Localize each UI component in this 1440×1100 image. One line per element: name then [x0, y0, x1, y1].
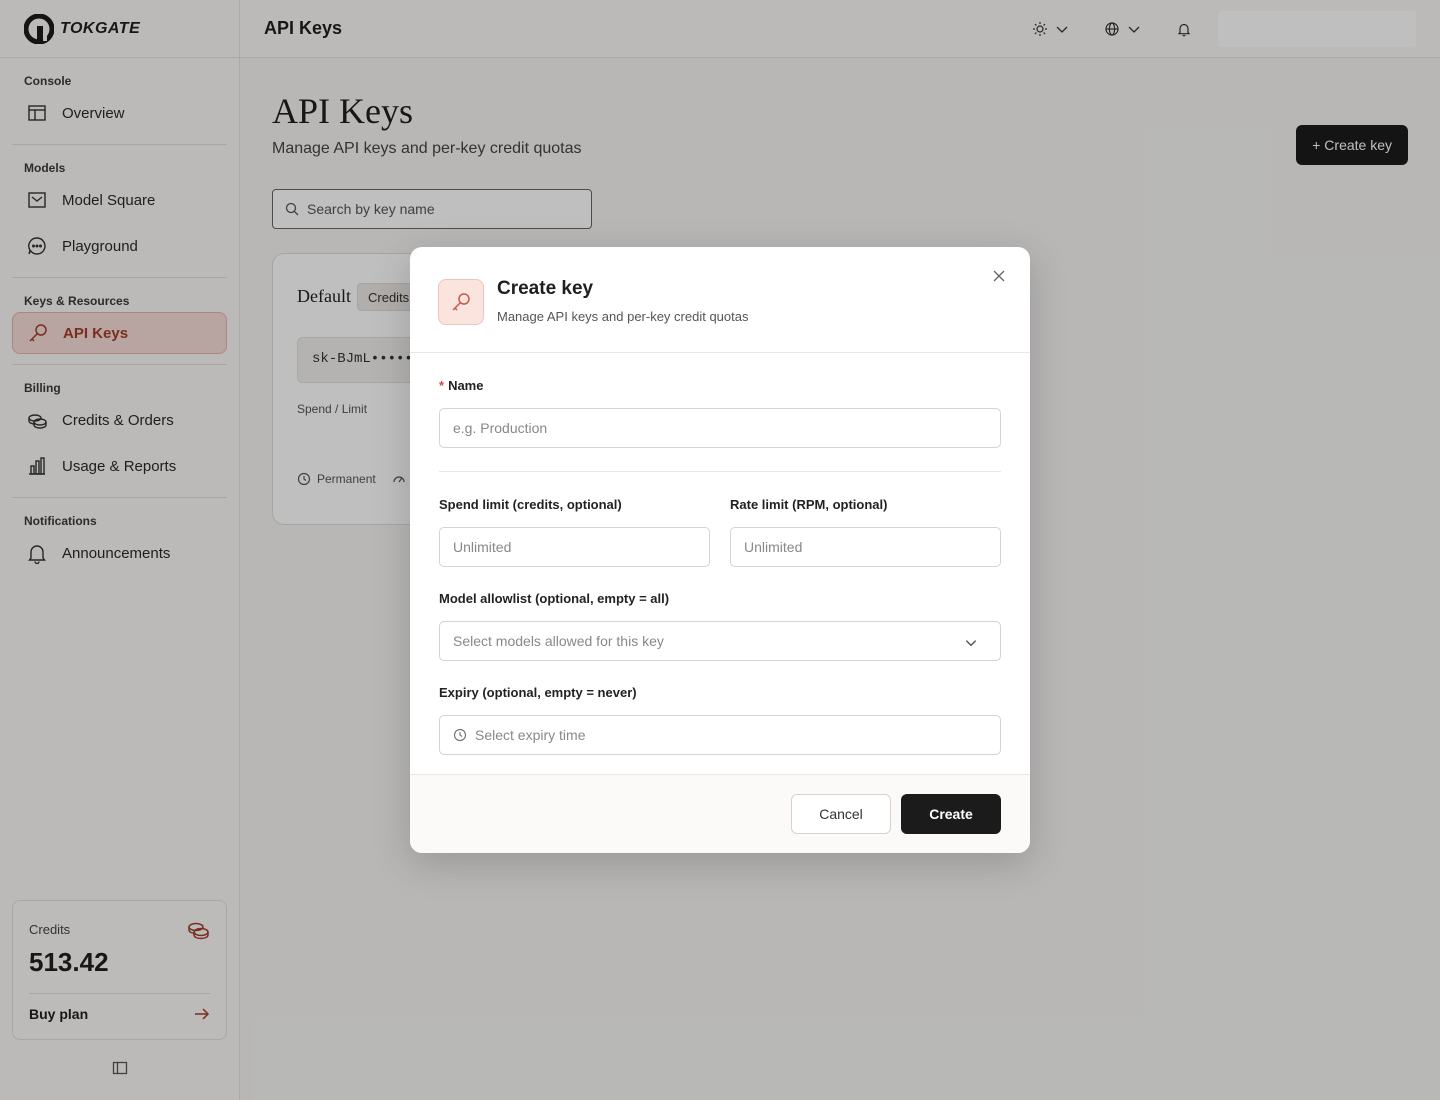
rate-limit-placeholder: Unlimited [744, 539, 803, 555]
clock-icon [453, 728, 467, 742]
name-label: * Name [439, 378, 483, 393]
spend-limit-placeholder: Unlimited [453, 539, 512, 555]
create-button[interactable]: Create [901, 794, 1001, 834]
dialog-subtitle: Manage API keys and per-key credit quota… [497, 309, 749, 324]
model-allowlist-label: Model allowlist (optional, empty = all) [439, 591, 670, 606]
dialog-icon [438, 279, 484, 325]
cancel-button[interactable]: Cancel [791, 794, 891, 834]
name-placeholder: e.g. Production [453, 420, 548, 436]
name-label-text: Name [448, 378, 484, 393]
spend-limit-input[interactable]: Unlimited [439, 527, 710, 567]
dialog-header: Create key Manage API keys and per-key c… [410, 247, 1030, 353]
expiry-placeholder: Select expiry time [475, 727, 586, 743]
required-marker: * [439, 378, 445, 393]
key-icon [452, 293, 470, 311]
chevron-down-icon [965, 640, 977, 647]
dialog-footer: Cancel Create [410, 774, 1030, 853]
spend-limit-label: Spend limit (credits, optional) [439, 497, 622, 512]
model-allowlist-placeholder: Select models allowed for this key [453, 633, 664, 649]
model-allowlist-select[interactable]: Select models allowed for this key [439, 621, 1001, 661]
dialog-title: Create key [497, 278, 594, 299]
expiry-picker[interactable]: Select expiry time [439, 715, 1001, 755]
name-input[interactable]: e.g. Production [439, 408, 1001, 448]
rate-limit-input[interactable]: Unlimited [730, 527, 1001, 567]
rate-limit-label: Rate limit (RPM, optional) [730, 497, 888, 512]
create-key-dialog: Create key Manage API keys and per-key c… [410, 247, 1030, 853]
expiry-label: Expiry (optional, empty = never) [439, 685, 637, 700]
divider [439, 471, 1001, 472]
